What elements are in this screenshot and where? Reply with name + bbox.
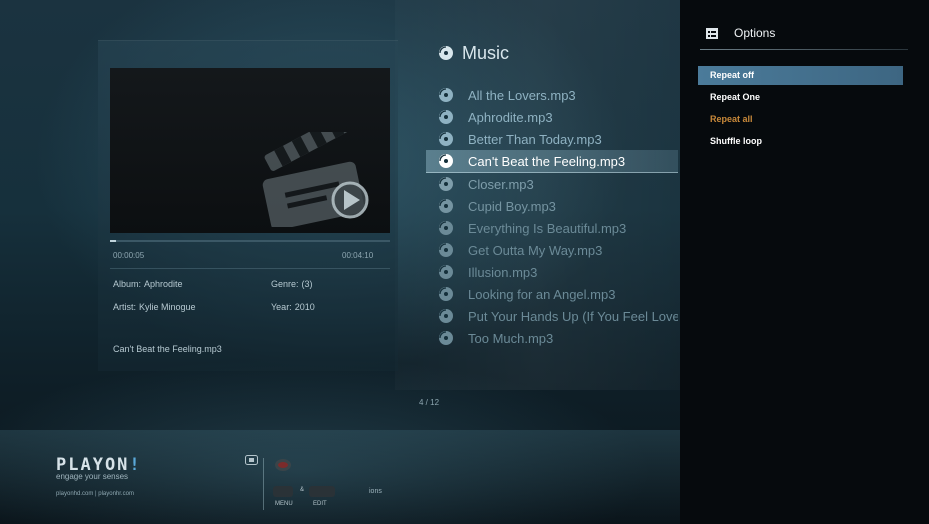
total-time: 00:04:10	[342, 251, 374, 260]
year-label: Year:	[271, 302, 292, 312]
year-info: Year: 2010	[271, 302, 315, 312]
options-title: Options	[734, 26, 776, 40]
music-item-label: Closer.mp3	[468, 176, 534, 192]
music-item-label: Can't Beat the Feeling.mp3	[468, 153, 626, 169]
playback-progress-fill	[110, 240, 116, 242]
info-key-icon	[245, 455, 258, 465]
option-item[interactable]: Repeat off	[698, 66, 903, 85]
music-disc-icon	[439, 331, 453, 345]
music-disc-icon	[439, 132, 453, 146]
music-list-item[interactable]: Closer.mp3	[438, 173, 678, 195]
genre-info: Genre: (3)	[271, 279, 313, 289]
options-menu-icon	[706, 27, 718, 39]
now-playing-title: Can't Beat the Feeling.mp3	[113, 344, 222, 354]
artist-label: Artist:	[113, 302, 137, 312]
amp-label: &	[300, 487, 305, 493]
genre-value: (3)	[301, 279, 313, 289]
genre-label: Genre:	[271, 279, 299, 289]
music-item-label: Put Your Hands Up (If You Feel Love).mp3	[468, 308, 678, 324]
music-list-item[interactable]: Looking for an Angel.mp3	[438, 283, 678, 305]
options-hint: ions	[369, 488, 382, 495]
music-item-label: Everything Is Beautiful.mp3	[468, 220, 627, 236]
music-disc-icon	[439, 110, 453, 124]
logo-accent: !	[129, 455, 142, 475]
music-disc-icon	[439, 46, 453, 60]
edit-label: EDIT	[313, 501, 327, 507]
artist-value: Kylie Minogue	[139, 302, 196, 312]
option-item[interactable]: Repeat One	[698, 88, 903, 107]
music-item-label: Better Than Today.mp3	[468, 131, 602, 147]
music-item-label: Too Much.mp3	[468, 330, 554, 346]
option-item[interactable]: Repeat all	[698, 110, 903, 129]
option-item[interactable]: Shuffle loop	[698, 132, 903, 151]
clapperboard-play-icon	[262, 132, 369, 227]
music-disc-icon	[439, 243, 453, 257]
record-button-icon[interactable]	[274, 458, 292, 472]
music-title: Music	[462, 42, 510, 63]
music-list-item[interactable]: Too Much.mp3	[438, 327, 678, 349]
music-item-label: Aphrodite.mp3	[468, 109, 553, 125]
album-value: Aphrodite	[144, 279, 183, 289]
album-info: Album: Aphrodite	[113, 279, 183, 289]
artist-info: Artist: Kylie Minogue	[113, 302, 196, 312]
music-item-label: Looking for an Angel.mp3	[468, 286, 616, 302]
music-item-label: Get Outta My Way.mp3	[468, 242, 603, 258]
menu-key[interactable]	[273, 486, 293, 497]
music-disc-icon	[439, 177, 453, 191]
media-browser-screen: 00:00:05 00:04:10 Album: Aphrodite Genre:…	[0, 0, 929, 524]
music-item-label: Illusion.mp3	[468, 264, 538, 280]
music-disc-icon	[439, 265, 453, 279]
music-header: Music	[438, 40, 509, 66]
music-disc-icon	[439, 287, 453, 301]
music-disc-icon	[439, 88, 453, 102]
options-divider	[700, 49, 908, 50]
music-list-item[interactable]: Get Outta My Way.mp3	[438, 239, 678, 261]
music-list-item[interactable]: Cupid Boy.mp3	[438, 195, 678, 217]
music-list-item[interactable]: Can't Beat the Feeling.mp3	[426, 150, 678, 173]
menu-label: MENU	[275, 501, 293, 507]
edit-key[interactable]	[309, 486, 335, 497]
album-label: Album:	[113, 279, 142, 289]
music-disc-icon	[439, 309, 453, 323]
music-disc-icon	[439, 154, 453, 168]
tagline: engage your senses	[56, 472, 129, 481]
music-item-label: All the Lovers.mp3	[468, 87, 576, 103]
music-list-item[interactable]: Put Your Hands Up (If You Feel Love).mp3	[438, 305, 678, 327]
playback-progress-bar[interactable]	[110, 240, 390, 242]
music-list-item[interactable]: Everything Is Beautiful.mp3	[438, 217, 678, 239]
music-disc-icon	[439, 199, 453, 213]
music-disc-icon	[439, 221, 453, 235]
music-list-item[interactable]: Aphrodite.mp3	[438, 106, 678, 128]
music-list-item[interactable]: Illusion.mp3	[438, 261, 678, 283]
footer-divider	[263, 458, 264, 510]
music-file-list: All the Lovers.mp3 Aphrodite.mp3 Better Th…	[426, 84, 678, 349]
options-header: Options	[706, 26, 775, 40]
music-list-item[interactable]: All the Lovers.mp3	[438, 84, 678, 106]
divider	[110, 268, 390, 269]
year-value: 2010	[294, 302, 315, 312]
elapsed-time: 00:00:05	[113, 251, 145, 260]
website-links: playonhd.com | playonhr.com	[56, 491, 134, 497]
item-counter: 4 / 12	[419, 398, 440, 407]
music-item-label: Cupid Boy.mp3	[468, 198, 556, 214]
music-list-item[interactable]: Better Than Today.mp3	[438, 128, 678, 150]
